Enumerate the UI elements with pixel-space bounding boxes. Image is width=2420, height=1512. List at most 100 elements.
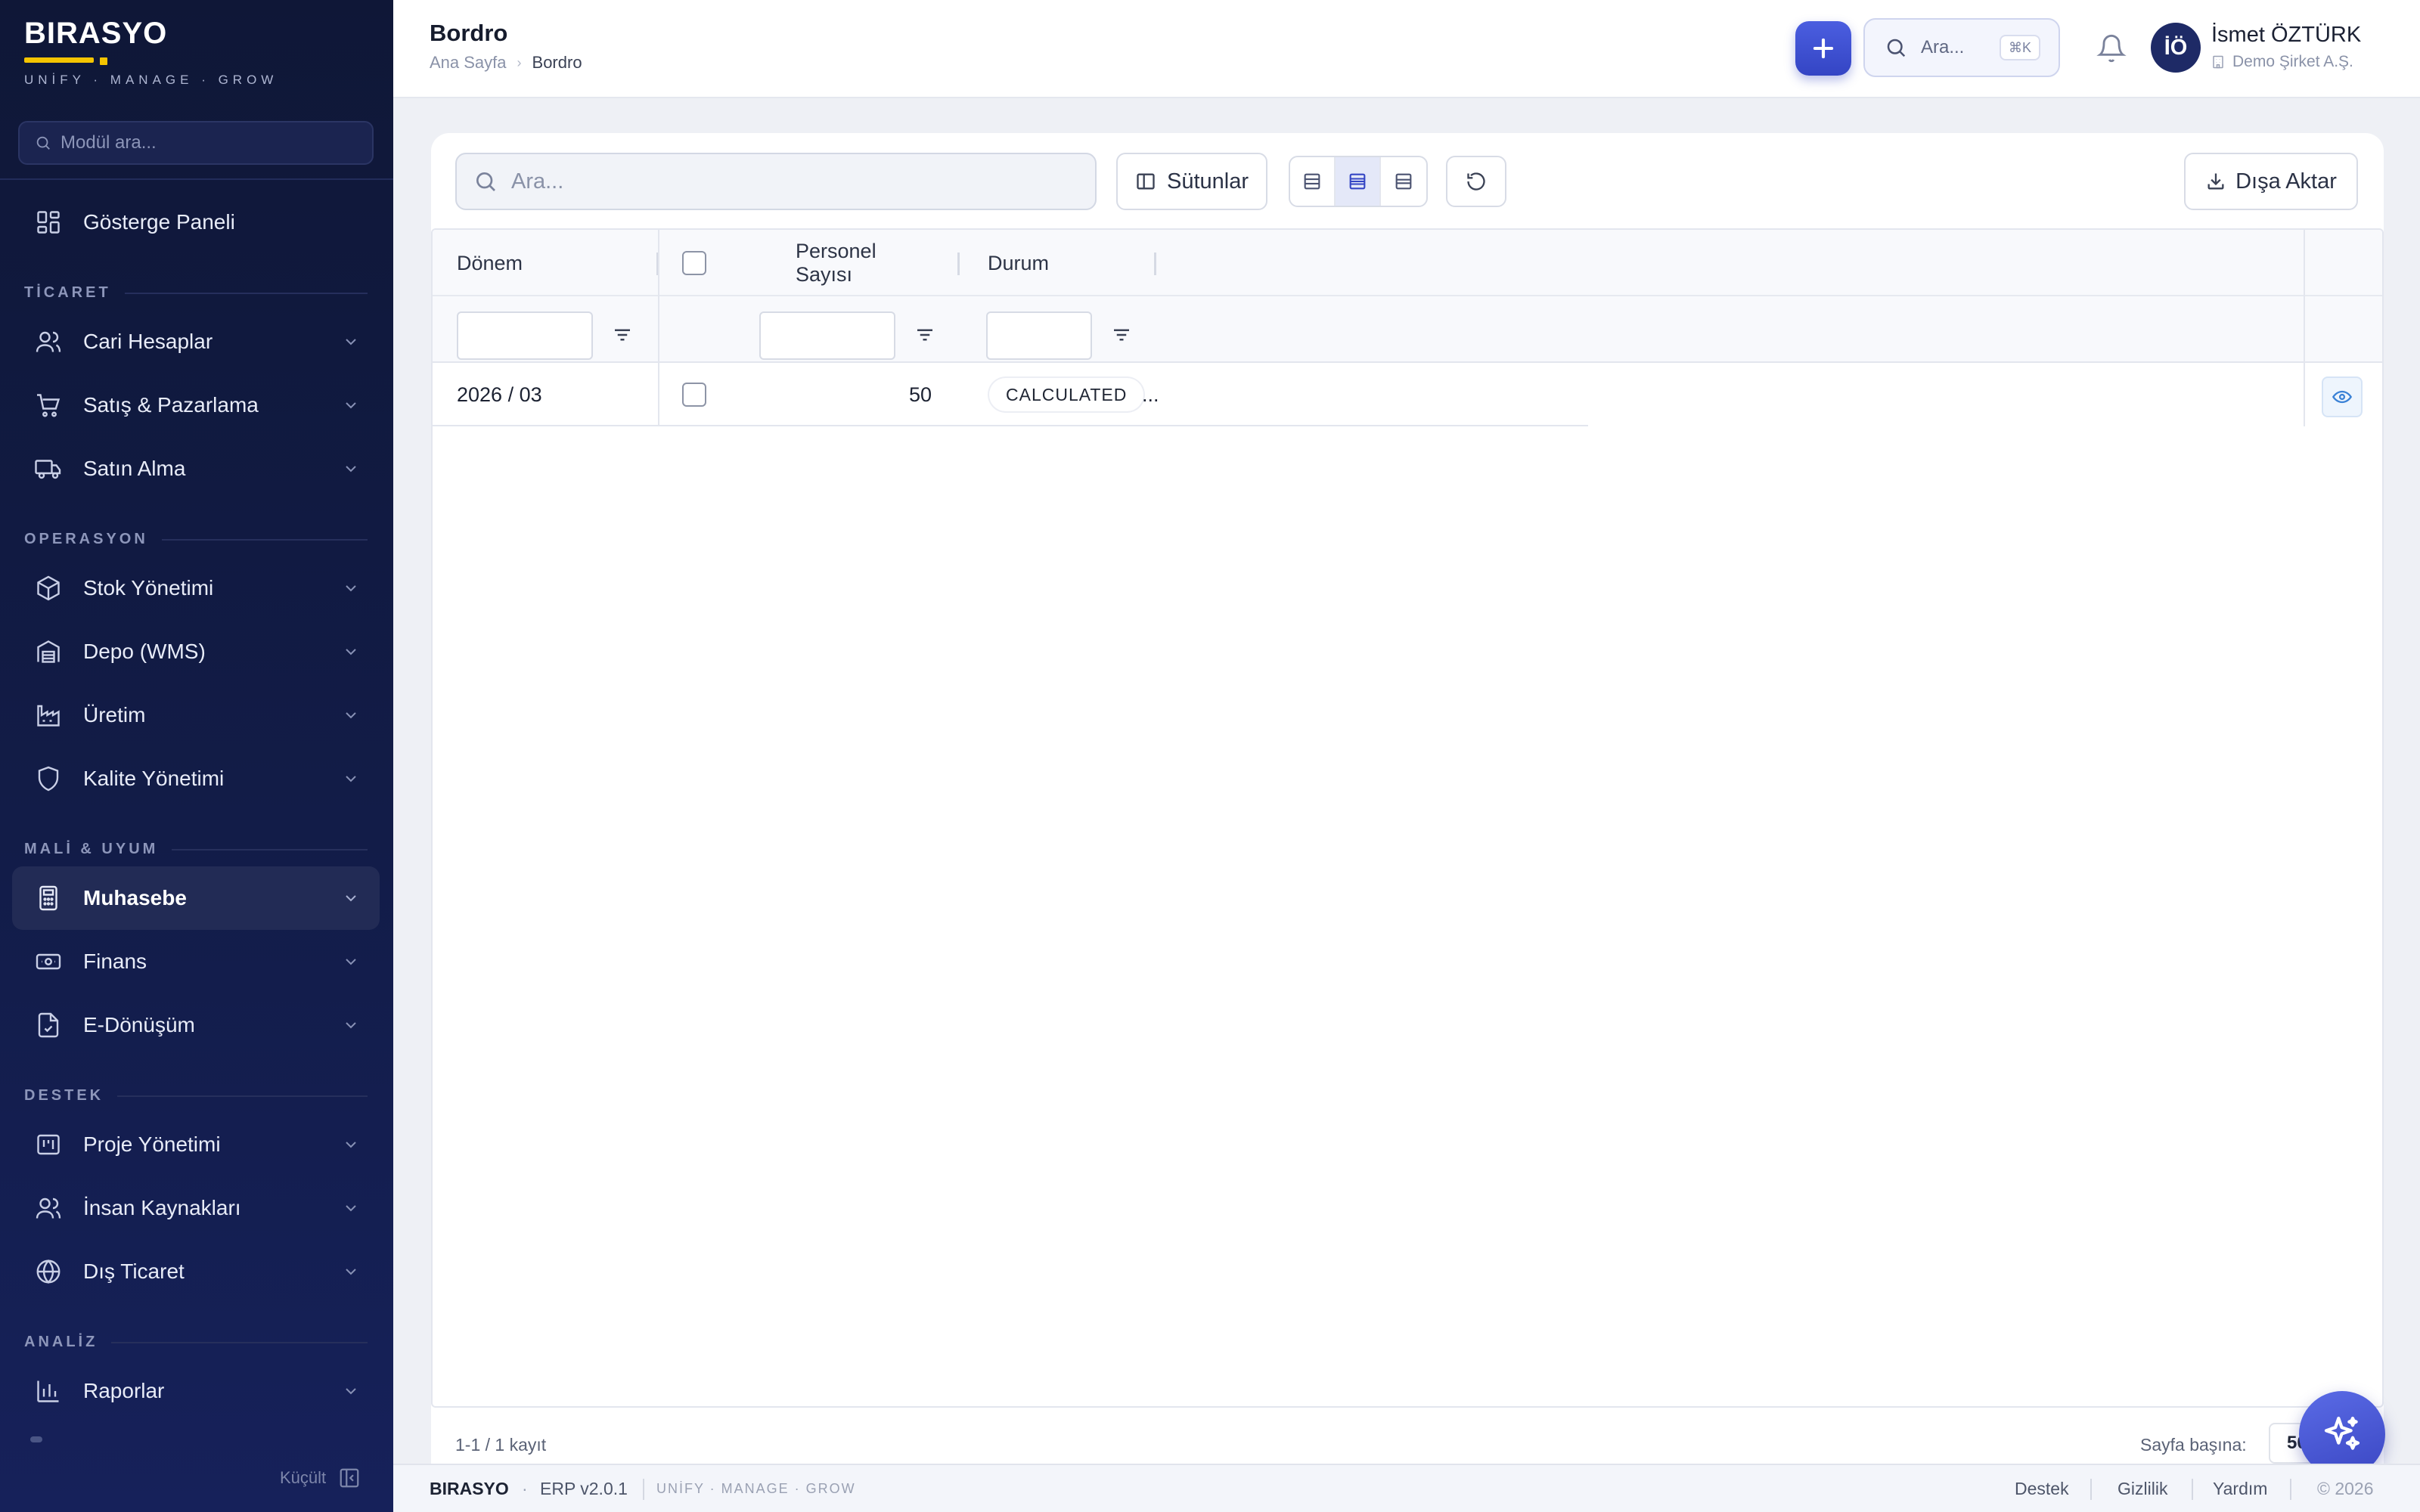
reset-button[interactable] xyxy=(1446,156,1506,207)
sidebar-item-muhasebe[interactable]: Muhasebe xyxy=(12,866,380,930)
sidebar-item-uretim[interactable]: Üretim xyxy=(12,683,380,747)
sidebar-scroll-hint xyxy=(30,1436,42,1442)
breadcrumb-current: Bordro xyxy=(532,53,582,72)
column-header-durum[interactable]: Durum xyxy=(988,230,1049,296)
filter-icon[interactable] xyxy=(611,324,634,346)
sidebar-item-insan-kaynaklari[interactable]: İnsan Kaynakları xyxy=(12,1176,380,1240)
users-icon xyxy=(33,1193,64,1223)
chevron-down-icon xyxy=(346,1205,356,1212)
row-checkbox[interactable] xyxy=(682,383,706,407)
bell-icon[interactable] xyxy=(2096,33,2127,64)
footer-divider xyxy=(643,1479,644,1500)
table-search-input[interactable] xyxy=(511,169,1086,194)
column-header-donem[interactable]: Dönem xyxy=(457,230,523,296)
file-check-icon xyxy=(33,1010,64,1040)
footer-link-gizlilik[interactable]: Gizlilik xyxy=(2118,1479,2167,1499)
chevron-down-icon xyxy=(346,776,356,782)
chevron-down-icon xyxy=(346,402,356,409)
export-label: Dışa Aktar xyxy=(2235,169,2337,194)
filter-icon[interactable] xyxy=(914,324,936,346)
footer-link-yardim[interactable]: Yardım xyxy=(2213,1479,2267,1499)
sidebar-item-depo[interactable]: Depo (WMS) xyxy=(12,620,380,683)
quick-create-button[interactable] xyxy=(1795,21,1851,76)
payroll-table: Dönem Personel Sayısı Durum 2026 / 03 50… xyxy=(431,228,2384,1408)
sidebar-item-dis-ticaret[interactable]: Dış Ticaret xyxy=(12,1240,380,1303)
user-name[interactable]: İsmet ÖZTÜRK xyxy=(2211,23,2361,48)
density-standard-button[interactable] xyxy=(1336,157,1381,206)
section-line xyxy=(117,1095,368,1097)
sidebar-item-finans[interactable]: Finans xyxy=(12,930,380,993)
filter-icon[interactable] xyxy=(1110,324,1133,346)
module-search-placeholder: Modül ara... xyxy=(60,132,157,153)
footer-divider xyxy=(2090,1479,2092,1500)
building-icon xyxy=(2213,55,2223,69)
filter-input-donem[interactable] xyxy=(457,311,593,360)
sidebar-item-kalite[interactable]: Kalite Yönetimi xyxy=(12,747,380,810)
column-resizer[interactable] xyxy=(957,253,960,275)
column-header-personel[interactable]: Personel Sayısı xyxy=(796,230,932,296)
table-header-row: Dönem Personel Sayısı Durum xyxy=(433,230,2382,296)
brand-tagline: UNİFY · MANAGE · GROW xyxy=(24,73,278,87)
column-resizer[interactable] xyxy=(1154,253,1156,275)
sidebar-item-dashboard[interactable]: Gösterge Paneli xyxy=(12,191,380,254)
dashboard-icon xyxy=(33,207,64,237)
chevron-down-icon xyxy=(346,649,356,655)
sidebar-item-e-donusum[interactable]: E-Dönüşüm xyxy=(12,993,380,1057)
sidebar-item-label: Proje Yönetimi xyxy=(83,1132,221,1156)
export-button[interactable]: Dışa Aktar xyxy=(2184,153,2358,210)
section-destek: DESTEK xyxy=(24,1087,368,1105)
chevron-down-icon xyxy=(346,959,356,965)
sidebar-item-label: Finans xyxy=(83,950,147,973)
sidebar-item-satis[interactable]: Satış & Pazarlama xyxy=(12,373,380,437)
sidebar-item-label: Satış & Pazarlama xyxy=(83,393,259,417)
footer-tagline: UNİFY · MANAGE · GROW xyxy=(656,1480,856,1496)
table-row[interactable]: 2026 / 03 50 CALCULATED ... xyxy=(433,363,1588,426)
truck-icon xyxy=(33,454,64,484)
actions-column-divider xyxy=(2304,230,2305,426)
columns-label: Sütunlar xyxy=(1166,169,1249,194)
view-row-button[interactable] xyxy=(2322,376,2363,417)
section-label: TİCARET xyxy=(24,284,111,301)
status-badge: CALCULATED xyxy=(989,378,1144,411)
sidebar-item-raporlar[interactable]: Raporlar xyxy=(12,1359,380,1423)
download-icon xyxy=(2207,173,2224,190)
sidebar: BIRASYO UNİFY · MANAGE · GROW Modül ara.… xyxy=(0,0,393,1512)
sidebar-item-proje[interactable]: Proje Yönetimi xyxy=(12,1113,380,1176)
footer-link-destek[interactable]: Destek xyxy=(2015,1479,2069,1499)
sidebar-divider xyxy=(0,178,393,180)
rows-standard-icon xyxy=(1349,173,1366,190)
chevron-down-icon xyxy=(346,1022,356,1029)
table-search-field[interactable] xyxy=(455,153,1097,210)
density-comfortable-button[interactable] xyxy=(1381,157,1426,206)
section-line xyxy=(111,1341,368,1343)
global-search-button[interactable]: Ara... ⌘K xyxy=(1863,18,2060,77)
section-operasyon: OPERASYON xyxy=(24,531,368,548)
bar-chart-icon xyxy=(33,1376,64,1406)
sidebar-item-satin-alma[interactable]: Satın Alma xyxy=(12,437,380,500)
footer-divider xyxy=(2192,1479,2193,1500)
columns-button[interactable]: Sütunlar xyxy=(1116,153,1267,210)
search-icon xyxy=(1887,39,1906,57)
module-search-input[interactable]: Modül ara... xyxy=(18,121,374,165)
global-search-placeholder: Ara... xyxy=(1921,37,1965,57)
rows-comfortable-icon xyxy=(1395,173,1412,190)
shortcut-hint: ⌘K xyxy=(1999,35,2040,60)
avatar[interactable]: İÖ xyxy=(2151,23,2201,73)
section-label: MALİ & UYUM xyxy=(24,841,159,857)
box-icon xyxy=(33,573,64,603)
breadcrumb-home-link[interactable]: Ana Sayfa xyxy=(430,53,507,73)
select-all-checkbox[interactable] xyxy=(682,251,706,275)
table-filter-row xyxy=(433,296,2382,363)
brand-logo[interactable]: BIRASYO UNİFY · MANAGE · GROW xyxy=(24,17,273,87)
sidebar-item-label: Muhasebe xyxy=(83,886,187,909)
sidebar-item-cari-hesaplar[interactable]: Cari Hesaplar xyxy=(12,310,380,373)
collapse-sidebar-button[interactable]: Küçült xyxy=(280,1467,361,1489)
density-compact-button[interactable] xyxy=(1290,157,1336,206)
shield-icon xyxy=(33,764,64,794)
filter-input-durum[interactable] xyxy=(986,311,1092,360)
brand-dot xyxy=(100,57,107,65)
chevron-down-icon xyxy=(346,1142,356,1148)
calculator-icon xyxy=(33,883,64,913)
filter-input-personel[interactable] xyxy=(759,311,895,360)
sidebar-item-stok[interactable]: Stok Yönetimi xyxy=(12,556,380,620)
